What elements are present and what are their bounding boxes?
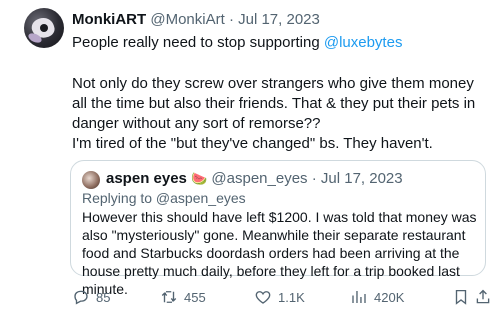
tweet-text-prefix: People really need to stop supporting (72, 34, 324, 51)
repost-button[interactable]: 455 (160, 288, 206, 306)
quoted-tweet-text: However this should have left $1200. I w… (82, 209, 477, 297)
tweet-text-paragraph3: I'm tired of the "but they've changed" b… (72, 135, 433, 152)
author-handle[interactable]: @MonkiArt (150, 11, 224, 28)
like-button[interactable]: 1.1K (254, 288, 305, 306)
share-icon (476, 289, 490, 304)
heart-icon (255, 291, 271, 304)
share-button[interactable] (474, 288, 492, 306)
views-icon (352, 291, 366, 303)
watermelon-emoji: 🍉 (191, 171, 208, 186)
quoted-tweet-header: aspen eyes 🍉 @aspen_eyes · Jul 17, 2023 (106, 170, 403, 187)
views-button[interactable]: 420K (350, 288, 404, 306)
header-separator: · (228, 11, 234, 28)
author-avatar[interactable] (24, 8, 64, 48)
quoted-author-avatar (82, 171, 100, 189)
reply-icon (74, 290, 88, 305)
quoted-header-separator: · (311, 170, 317, 187)
bookmark-icon (455, 289, 467, 305)
quoted-author-handle: @aspen_eyes (211, 170, 308, 187)
views-count: 420K (374, 289, 405, 305)
tweet-date[interactable]: Jul 17, 2023 (238, 11, 320, 28)
quoted-tweet-date: Jul 17, 2023 (320, 170, 403, 187)
tweet[interactable]: MonkiART @MonkiArt · Jul 17, 2023 People… (0, 0, 500, 316)
like-count: 1.1K (278, 289, 305, 305)
mention-link[interactable]: @luxebytes (324, 34, 403, 51)
quoted-author-name: aspen eyes (106, 170, 187, 187)
bookmark-button[interactable] (452, 288, 470, 306)
reply-button[interactable]: 85 (72, 288, 110, 306)
tweet-text-line1: People really need to stop supporting @l… (72, 33, 492, 53)
reply-count: 85 (96, 289, 111, 305)
replying-to-label: Replying to @aspen_eyes (82, 190, 246, 206)
author-name[interactable]: MonkiART (72, 11, 146, 28)
tweet-text-paragraph2: Not only do they screw over strangers wh… (72, 75, 476, 132)
quoted-tweet[interactable]: aspen eyes 🍉 @aspen_eyes · Jul 17, 2023 … (70, 160, 486, 297)
action-bar: 85 455 1.1K 420K (60, 288, 490, 308)
repost-count: 455 (184, 289, 206, 305)
tweet-header: MonkiART @MonkiArt · Jul 17, 2023 (72, 11, 320, 28)
repost-icon (161, 291, 177, 303)
